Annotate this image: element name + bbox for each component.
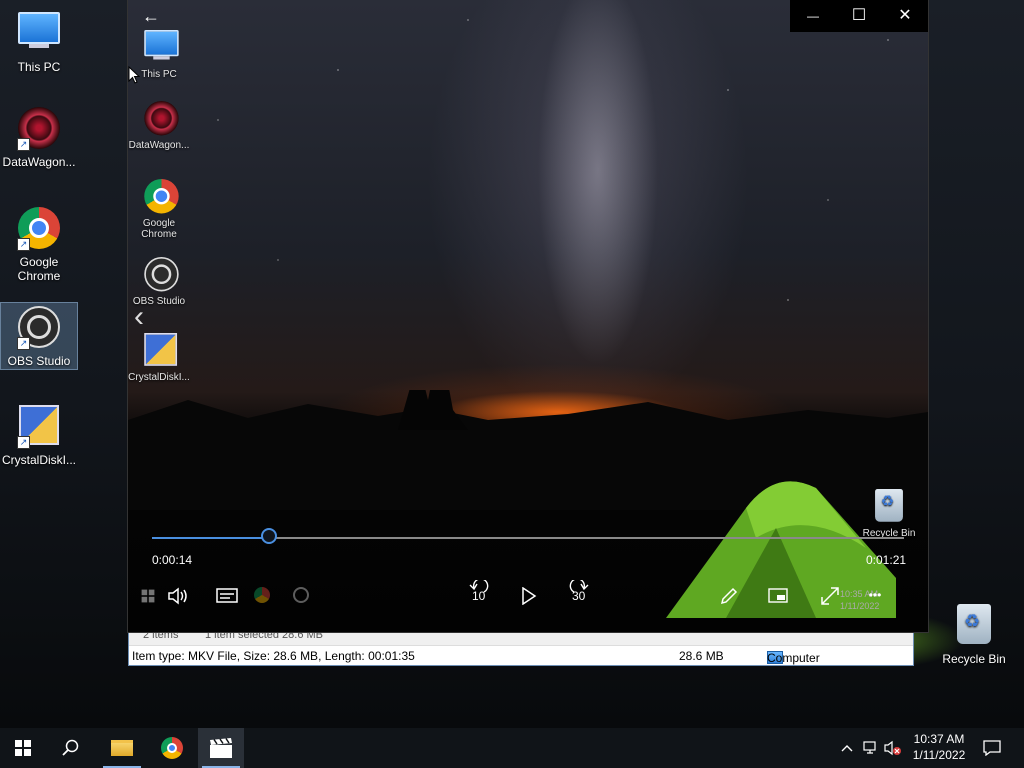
video-icon-label: DataWagon... [128, 140, 190, 151]
windows-icon [138, 578, 158, 612]
volume-muted-button[interactable] [882, 728, 904, 768]
crystaldisk-icon: ↗ [17, 405, 61, 449]
close-button[interactable]: ✕ [882, 0, 928, 32]
volume-button[interactable] [162, 578, 194, 612]
stars [128, 0, 928, 400]
chrome-icon: ↗ [17, 207, 61, 251]
desktop-icon-this-pc[interactable]: This PC [1, 8, 77, 74]
taskbar-chrome[interactable] [149, 728, 195, 768]
current-time: 0:00:14 [152, 553, 193, 567]
taskbar: 10:37 AM 1/11/2022 [0, 728, 1024, 768]
rewind-seconds: 10 [472, 589, 486, 603]
location-label: Computer [767, 651, 820, 665]
video-icon-label: CrystalDiskI... [128, 372, 190, 383]
captions-button[interactable] [212, 578, 242, 612]
miniview-icon [768, 588, 788, 603]
taskbar-movies-tv[interactable] [198, 728, 244, 768]
search-button[interactable] [48, 728, 94, 768]
volume-icon [168, 587, 187, 605]
file-explorer-window: 2 items 1 item selected 28.6 MB Item typ… [128, 626, 914, 666]
explorer-status-bar: Item type: MKV File, Size: 28.6 MB, Leng… [129, 647, 913, 666]
mouse-cursor-icon [128, 66, 140, 84]
chevron-up-icon [841, 744, 853, 752]
minimize-button[interactable]: — [790, 0, 836, 32]
obs-taskbar-ghost-icon [288, 578, 314, 612]
start-button[interactable] [0, 728, 46, 768]
system-clock[interactable]: 10:37 AM 1/11/2022 [904, 731, 974, 763]
notification-icon [983, 740, 1001, 757]
more-icon: ••• [868, 588, 882, 602]
pencil-icon [720, 587, 738, 604]
datawagon-icon: ↗ [17, 107, 61, 151]
taskbar-file-explorer[interactable] [99, 728, 145, 768]
action-center-button[interactable] [972, 728, 1012, 768]
windows-icon [15, 739, 31, 756]
chrome-icon [161, 737, 183, 759]
video-icon-recycle-bin: Recycle Bin [856, 487, 922, 539]
clock-time: 10:37 AM [913, 732, 965, 746]
crystaldisk-icon [144, 333, 178, 366]
edit-button[interactable] [714, 578, 744, 612]
back-button[interactable]: ← [136, 2, 166, 30]
desktop-icon-crystaldiskinfo[interactable]: ↗ CrystalDiskI... [1, 403, 77, 467]
maximize-icon: ☐ [851, 7, 867, 24]
window-controls: — ☐ ✕ [790, 0, 928, 32]
volume-muted-icon [884, 740, 901, 755]
desktop-icon-obs-studio[interactable]: ↗ OBS Studio [0, 302, 78, 370]
minimize-icon: — [807, 9, 819, 23]
obs-icon: ↗ [17, 306, 61, 350]
network-button[interactable] [860, 728, 882, 768]
folder-icon [111, 740, 133, 756]
previous-button[interactable]: ‹ [134, 300, 144, 334]
close-icon: ✕ [898, 7, 912, 24]
status-item-details: Item type: MKV File, Size: 28.6 MB, Leng… [132, 649, 415, 663]
forward-seconds: 30 [572, 589, 586, 603]
video-icon-label: Google Chrome [141, 218, 177, 240]
captions-icon [216, 587, 238, 603]
seek-bar[interactable] [152, 528, 904, 544]
player-titlebar: ← — ☐ ✕ [128, 0, 928, 32]
recycle-bin-icon [874, 489, 904, 522]
desktop-icon-label: OBS Studio [7, 354, 71, 368]
forward-button[interactable]: 30 [564, 578, 594, 612]
this-pc-icon [144, 30, 179, 60]
fullscreen-button[interactable] [816, 578, 844, 612]
rewind-button[interactable]: 10 [464, 578, 494, 612]
desktop-icon-label: DataWagon... [2, 155, 76, 169]
play-button[interactable] [516, 578, 542, 612]
recycle-bin-icon [952, 604, 996, 648]
chrome-icon [144, 179, 179, 214]
desktop-icon-recycle-bin[interactable]: Recycle Bin [936, 602, 1012, 666]
desktop-icon-label: CrystalDiskI... [1, 453, 76, 467]
chevron-left-icon: ‹ [134, 300, 144, 333]
datawagon-icon [144, 101, 179, 136]
play-icon [522, 586, 537, 606]
chrome-taskbar-ghost-icon [252, 578, 272, 612]
miniview-button[interactable] [764, 578, 794, 612]
seek-bar-progress [152, 537, 270, 539]
network-icon [863, 741, 876, 754]
video-icon-datawagon: DataWagon... [128, 100, 192, 151]
fullscreen-icon [821, 586, 839, 605]
video-icon-google-chrome: Google Chrome [128, 178, 192, 240]
desktop-icon-label: This PC [17, 60, 61, 74]
desktop-icon-google-chrome[interactable]: ↗ Google Chrome [1, 206, 77, 283]
search-icon [62, 739, 79, 756]
total-time: 0:01:21 [866, 553, 907, 567]
obs-icon [144, 257, 179, 292]
clock-date: 1/11/2022 [912, 748, 966, 762]
this-pc-icon [17, 12, 61, 56]
desktop-icon-datawagon[interactable]: ↗ DataWagon... [1, 106, 77, 169]
clapperboard-icon [210, 737, 232, 758]
video-player-window[interactable]: This PC DataWagon... Google Chrome OBS S… [128, 0, 928, 632]
video-icon-crystaldisk: CrystalDiskI... [128, 331, 192, 383]
status-size: 28.6 MB [679, 649, 724, 663]
back-arrow-icon: ← [142, 6, 160, 26]
maximize-button[interactable]: ☐ [836, 0, 882, 32]
desktop-icon-label: Google Chrome [17, 255, 61, 283]
more-options-button[interactable]: ••• [862, 578, 888, 612]
desktop-icon-label: Recycle Bin [942, 652, 1006, 666]
show-hidden-icons-button[interactable] [836, 728, 858, 768]
